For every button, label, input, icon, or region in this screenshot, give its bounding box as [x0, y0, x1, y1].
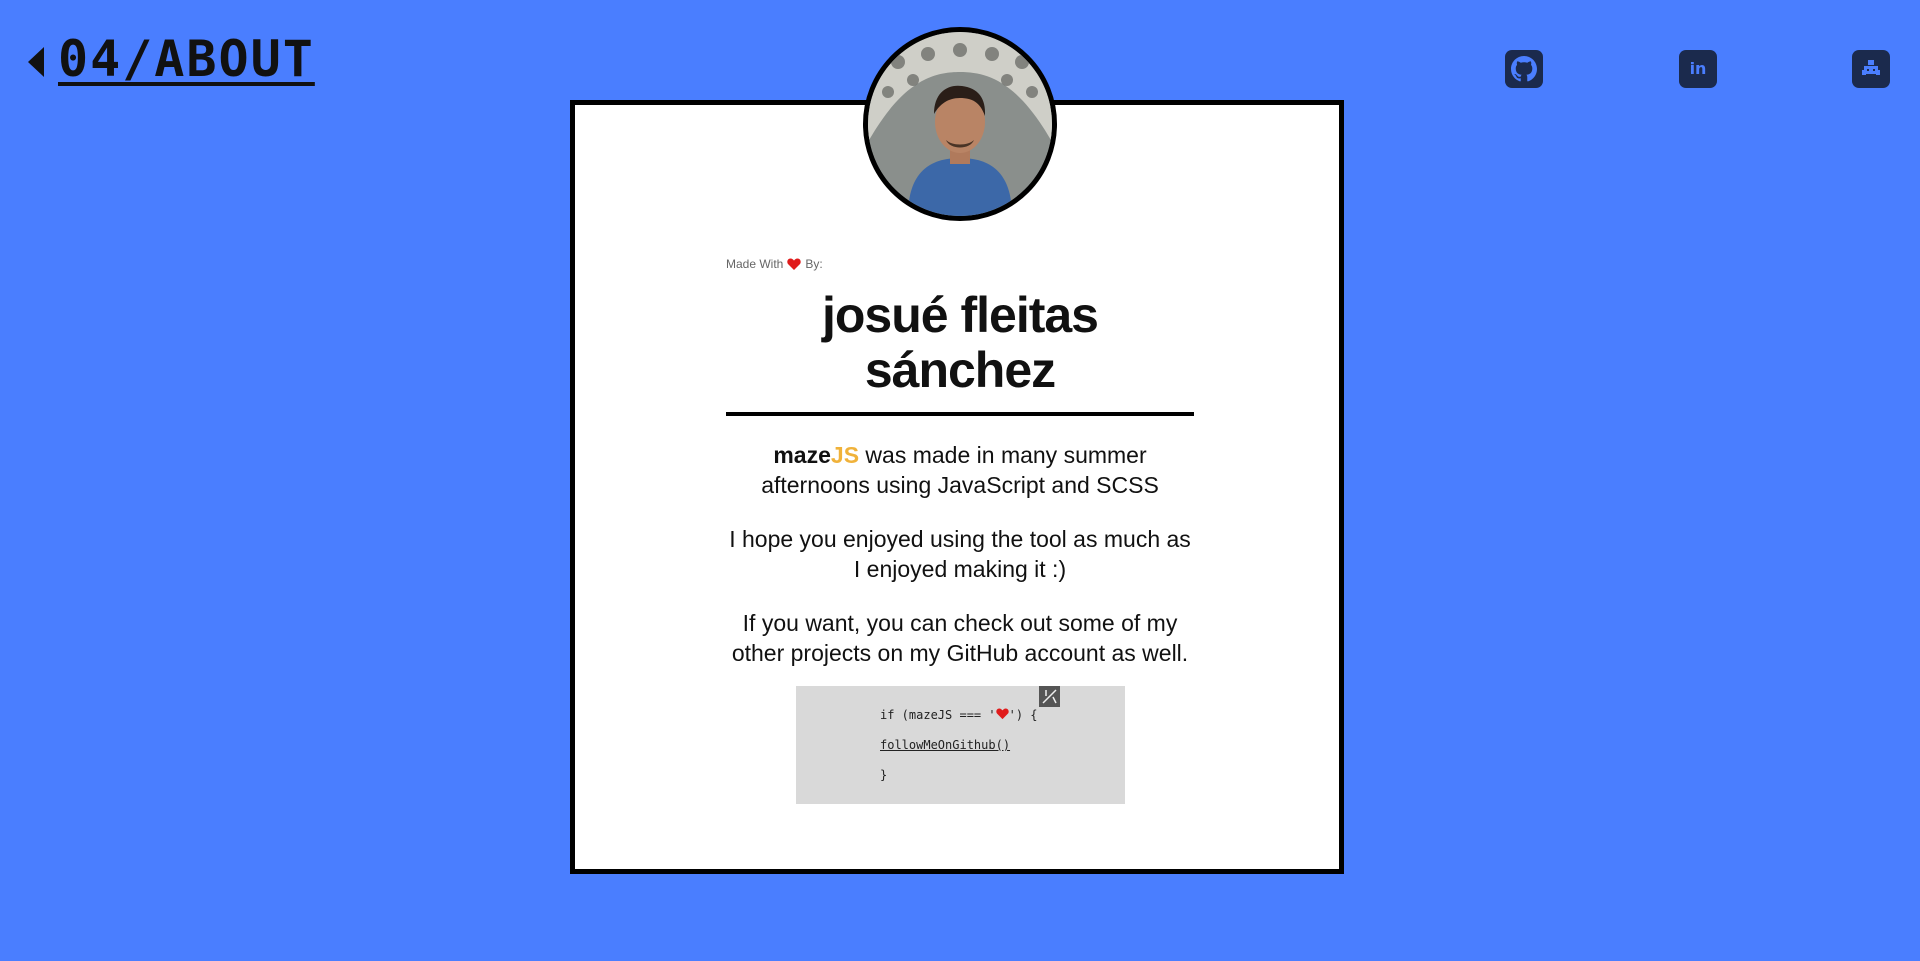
- page-header: 04/ABOUT: [28, 34, 315, 84]
- linkedin-icon: in: [1689, 59, 1707, 78]
- follow-github-link[interactable]: followMeOnGithub(): [880, 738, 1010, 752]
- made-with-suffix: By:: [805, 257, 823, 271]
- linkedin-link[interactable]: in: [1679, 50, 1717, 88]
- author-name: josué fleitas sánchez: [726, 288, 1194, 416]
- back-arrow-icon[interactable]: [28, 47, 44, 77]
- github-icon: [1511, 56, 1537, 82]
- code-line-condition: if (mazeJS === ' ') {: [880, 708, 1038, 722]
- github-paragraph: If you want, you can check out some of m…: [731, 610, 1189, 666]
- github-link[interactable]: [1505, 50, 1543, 88]
- heart-icon: [995, 708, 1009, 720]
- brand-js: JS: [830, 442, 860, 468]
- hope-paragraph: I hope you enjoyed using the tool as muc…: [729, 526, 1191, 582]
- code-line1-prefix: if (mazeJS === ': [880, 708, 996, 722]
- heart-icon: [787, 258, 802, 270]
- code-corner-icon: [1039, 686, 1060, 707]
- about-page: 04/ABOUT in Made With By: josué fleitas …: [0, 0, 1920, 961]
- code-line1-suffix: ') {: [1008, 708, 1038, 722]
- about-content: Made With By: josué fleitas sánchez maze…: [726, 256, 1194, 668]
- made-with-prefix: Made With: [726, 257, 784, 271]
- brand-maze: maze: [773, 442, 831, 468]
- made-with-line: Made With By:: [726, 256, 1194, 272]
- intro-paragraph: mazeJS was made in many summer afternoon…: [726, 440, 1194, 500]
- page-title[interactable]: 04/ABOUT: [58, 34, 315, 84]
- extra-icon: [1862, 60, 1880, 75]
- code-line-close: }: [880, 768, 888, 782]
- avatar: [863, 27, 1057, 221]
- code-snippet: if (mazeJS === ' ') { followMeOnGithub() …: [796, 686, 1125, 804]
- extra-social-link[interactable]: [1852, 50, 1890, 88]
